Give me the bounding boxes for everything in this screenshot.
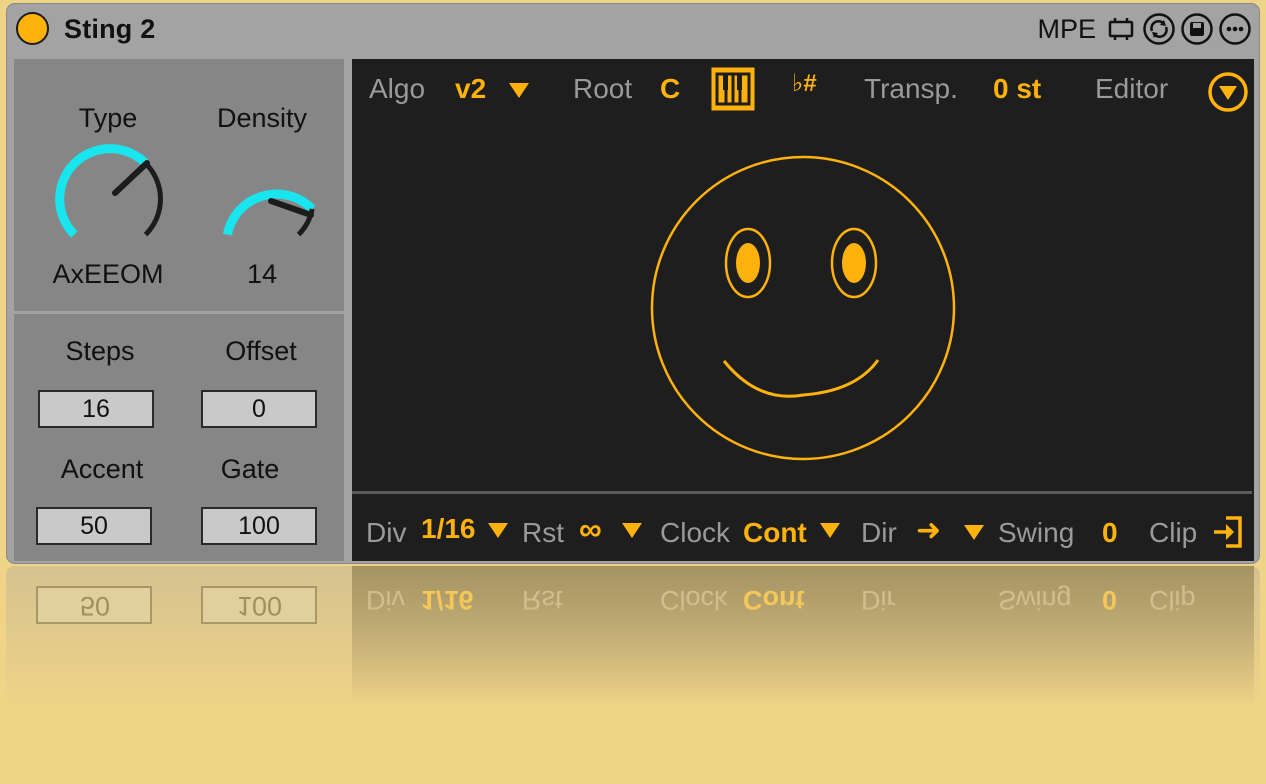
title-bar: Sting 2 MPE [6, 3, 1260, 55]
reflection-accent-value: 50 [80, 591, 111, 621]
title-bar-controls: MPE [1037, 12, 1252, 46]
transp-label: Transp. [864, 73, 958, 104]
clock-dropdown-icon[interactable] [820, 523, 840, 538]
more-options-icon[interactable] [1218, 12, 1252, 46]
swing-label: Swing [998, 517, 1075, 548]
rst-value[interactable]: ∞ [579, 511, 602, 548]
div-label: Div [366, 517, 407, 548]
device-title: Sting 2 [64, 14, 156, 44]
accidental-toggle[interactable]: ♭# [792, 69, 817, 98]
reflection-accent-field: 50 [36, 586, 152, 624]
clock-value[interactable]: Cont [743, 517, 807, 549]
density-knob-value: 14 [246, 259, 278, 289]
steps-field[interactable]: 16 [38, 390, 154, 428]
reflection-gate-field: 100 [201, 586, 317, 624]
dir-value[interactable]: ➜ [916, 513, 941, 548]
accent-field[interactable]: 50 [36, 507, 152, 545]
reflection-div-value: 1/16 [421, 585, 474, 615]
accent-label: Accent [60, 454, 144, 484]
reflection-clip-label: Clip [1149, 585, 1196, 615]
reflection-gate-value: 100 [237, 591, 283, 621]
rst-dropdown-icon[interactable] [622, 523, 642, 538]
display-divider [352, 491, 1252, 494]
sting-device: Sting 2 MPE Type Density AxEEOM 14 Steps… [6, 3, 1260, 564]
root-label: Root [573, 73, 633, 104]
reflection-div-label: Div [366, 585, 405, 615]
algo-label: Algo [369, 73, 426, 104]
steps-label: Steps [65, 336, 135, 366]
reflection-panel: 50 100 Div 1/16 Rst Clock Cont Dir Swing… [6, 566, 1260, 706]
algo-value[interactable]: v2 [455, 73, 486, 105]
knob-section: Type Density AxEEOM 14 [14, 59, 344, 314]
rst-label: Rst [522, 517, 564, 548]
clock-label: Clock [660, 517, 731, 548]
editor-label: Editor [1095, 73, 1169, 104]
save-preset-icon[interactable] [1180, 12, 1214, 46]
reflection-display: Div 1/16 Rst Clock Cont Dir Swing 0 Clip [352, 566, 1254, 706]
keyboard-icon[interactable] [710, 66, 756, 112]
density-knob[interactable] [207, 143, 319, 255]
type-knob[interactable] [54, 143, 166, 255]
mpe-toggle-icon[interactable] [1104, 12, 1138, 46]
reflection-clock-value: Cont [743, 585, 805, 615]
reflection-clock-label: Clock [660, 585, 728, 615]
reflection-swing-label: Swing [998, 585, 1072, 615]
offset-field[interactable]: 0 [201, 390, 317, 428]
algo-dropdown-icon[interactable] [509, 83, 529, 98]
div-value[interactable]: 1/16 [421, 513, 476, 545]
editor-dropdown-icon[interactable] [1207, 71, 1249, 113]
clip-label: Clip [1149, 517, 1198, 548]
reflection-swing-value: 0 [1102, 585, 1118, 615]
reflection-rst-label: Rst [522, 585, 563, 615]
gate-label: Gate [220, 454, 280, 484]
sequencer-display: Algo v2 Root C ♭# Transp. 0 st Editor Di… [352, 59, 1254, 561]
offset-label: Offset [225, 336, 297, 366]
transp-value[interactable]: 0 st [993, 73, 1041, 105]
gate-field[interactable]: 100 [201, 507, 317, 545]
reflection-dir-label: Dir [861, 585, 896, 615]
div-dropdown-icon[interactable] [488, 523, 508, 538]
device-power-button[interactable] [16, 12, 49, 45]
type-knob-value: AxEEOM [52, 259, 164, 289]
left-panel: Type Density AxEEOM 14 Steps Offset 16 0… [14, 59, 344, 561]
clip-export-icon[interactable] [1212, 515, 1244, 549]
smiley-face-graphic [650, 155, 956, 461]
root-value[interactable]: C [660, 73, 680, 105]
density-knob-label: Density [216, 103, 308, 133]
type-knob-label: Type [78, 103, 138, 133]
swing-value[interactable]: 0 [1102, 517, 1118, 549]
hot-swap-icon[interactable] [1142, 12, 1176, 46]
dir-dropdown-icon[interactable] [964, 525, 984, 540]
device-reflection: 50 100 Div 1/16 Rst Clock Cont Dir Swing… [0, 566, 1266, 716]
mpe-label: MPE [1037, 13, 1096, 44]
dir-label: Dir [861, 517, 897, 548]
param-section: Steps Offset 16 0 Accent Gate 50 100 [14, 314, 344, 561]
